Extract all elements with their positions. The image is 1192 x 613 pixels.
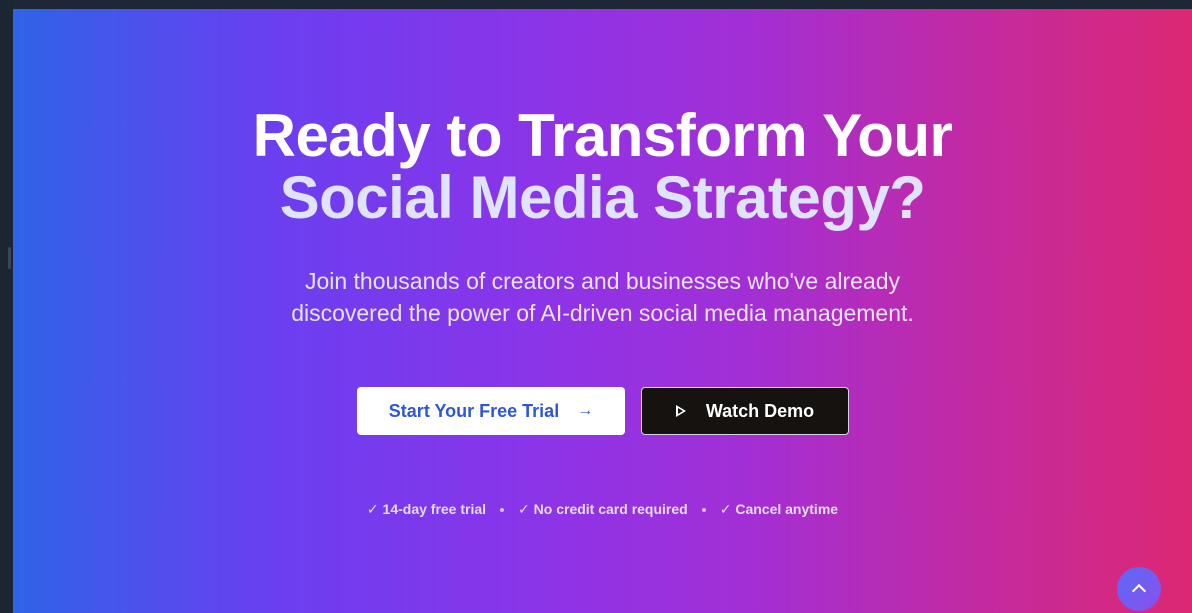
perk-cancel-anytime: ✓ Cancel anytime <box>719 501 839 517</box>
cta-headline: Ready to Transform Your Social Media Str… <box>13 105 1192 229</box>
headline-line-2: Social Media Strategy? <box>279 164 926 231</box>
watch-demo-label: Watch Demo <box>705 400 815 421</box>
headline-line-1: Ready to Transform Your <box>252 102 953 169</box>
scroll-to-top-button[interactable] <box>1117 567 1161 611</box>
start-free-trial-label: Start Your Free Trial <box>388 400 560 421</box>
resize-handle[interactable] <box>8 247 11 269</box>
perks-list: ✓ 14-day free trial ✓ No credit card req… <box>13 501 1192 518</box>
play-icon <box>675 405 686 417</box>
perk-no-credit-card: ✓ No credit card required <box>518 501 688 517</box>
cta-subtext: Join thousands of creators and businesse… <box>13 265 1192 329</box>
perk-free-trial: ✓ 14-day free trial <box>366 501 487 517</box>
subtext-line-1: Join thousands of creators and businesse… <box>304 268 901 294</box>
subtext-line-2: discovered the power of AI-driven social… <box>291 300 914 326</box>
left-panel-edge <box>0 0 13 613</box>
chevron-up-icon <box>1131 583 1147 599</box>
window-top-bar <box>0 0 1192 9</box>
start-free-trial-button[interactable]: Start Your Free Trial → <box>357 387 625 435</box>
cta-hero-section: Ready to Transform Your Social Media Str… <box>13 9 1192 613</box>
watch-demo-button[interactable]: Watch Demo <box>641 387 849 435</box>
separator-dot <box>701 507 706 512</box>
arrow-right-icon: → <box>577 402 594 419</box>
separator-dot <box>500 507 505 512</box>
